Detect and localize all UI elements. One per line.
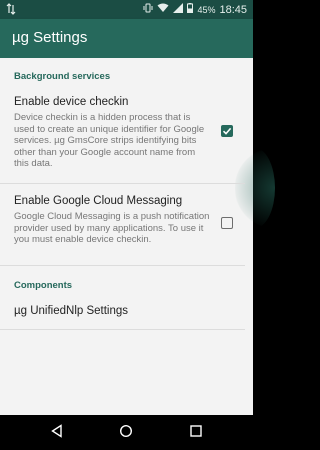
vibrate-icon (143, 3, 153, 16)
pref-unifiednlp-title: µg UnifiedNlp Settings (14, 305, 129, 317)
signal-icon (173, 3, 184, 16)
divider (0, 265, 245, 266)
divider (0, 183, 245, 184)
divider (0, 329, 245, 330)
pref-gcm[interactable]: Enable Google Cloud Messaging Google Clo… (0, 195, 253, 265)
home-icon[interactable] (119, 424, 133, 443)
nav-bar (0, 415, 253, 450)
app-bar: µg Settings (0, 19, 253, 58)
wifi-icon (157, 3, 169, 16)
pref-device-checkin-summary: Device checkin is a hidden process that … (14, 112, 205, 170)
pref-device-checkin[interactable]: Enable device checkin Device checkin is … (0, 96, 253, 190)
pref-gcm-summary: Google Cloud Messaging is a push notific… (14, 211, 210, 246)
gcm-checkbox[interactable] (221, 217, 233, 229)
battery-percent: 45% (197, 4, 216, 15)
pref-gcm-title: Enable Google Cloud Messaging (14, 195, 183, 207)
recents-icon[interactable] (189, 424, 203, 443)
pref-device-checkin-title: Enable device checkin (14, 96, 129, 108)
status-time: 18:45 (219, 3, 247, 16)
back-icon[interactable] (50, 424, 64, 443)
section-header-background-services: Background services (14, 71, 111, 82)
section-header-components: Components (14, 280, 73, 291)
pref-unifiednlp-settings[interactable]: µg UnifiedNlp Settings (0, 305, 253, 329)
device-checkin-checkbox[interactable] (221, 125, 233, 137)
checkmark-icon (222, 127, 232, 135)
battery-icon (187, 3, 194, 16)
sync-icon (6, 3, 16, 18)
status-bar: 45% 18:45 (0, 0, 253, 19)
status-icons: 45% 18:45 (143, 3, 247, 16)
page-title: µg Settings (12, 29, 88, 46)
settings-list[interactable]: Background services Enable device checki… (0, 58, 275, 415)
